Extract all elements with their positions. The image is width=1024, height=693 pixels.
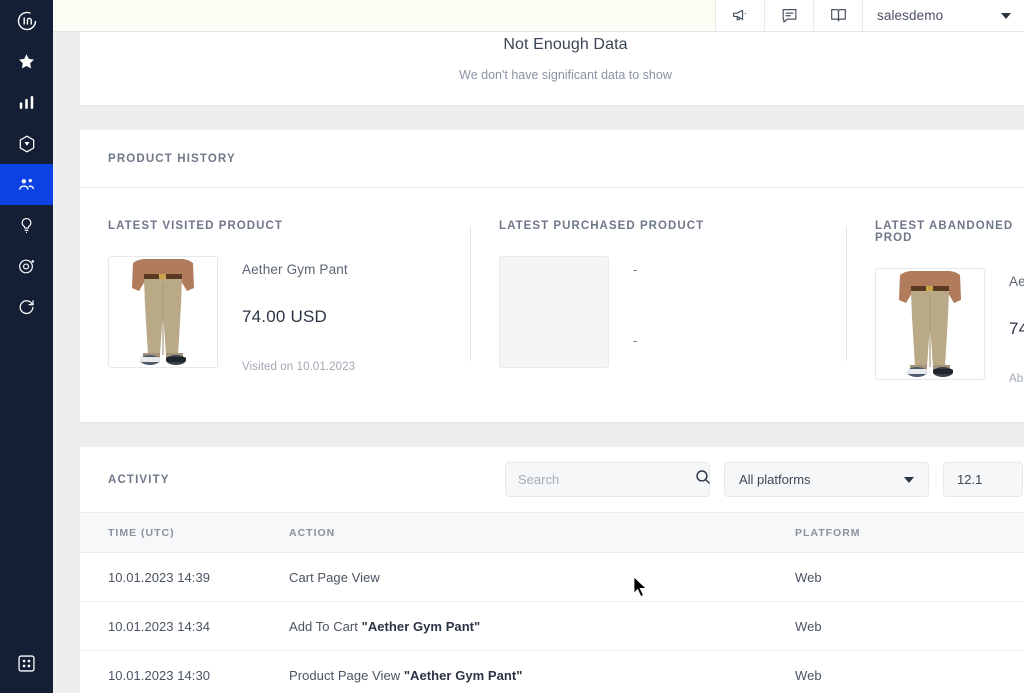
row-action: Add To Cart "Aether Gym Pant" bbox=[289, 619, 795, 634]
sidebar-item-architect[interactable] bbox=[0, 123, 53, 164]
product-price: - bbox=[633, 333, 637, 348]
app-root: salesdemo Not Enough Data We don't have … bbox=[0, 0, 1024, 693]
date-range-value: 12.1 bbox=[957, 472, 982, 487]
product-thumbnail[interactable] bbox=[108, 256, 218, 368]
activity-card: ACTIVITY All platforms 12.1 bbox=[80, 447, 1024, 693]
product-name: Aether bbox=[1009, 274, 1024, 289]
megaphone-icon[interactable] bbox=[715, 0, 764, 31]
search-icon[interactable] bbox=[694, 468, 712, 491]
row-time: 10.01.2023 14:30 bbox=[80, 668, 289, 683]
page-title: PRODUCT HISTORY bbox=[108, 153, 236, 165]
product-details-empty: - - bbox=[609, 256, 637, 348]
sidebar-item-favorites[interactable] bbox=[0, 41, 53, 82]
product-details: Aether 74.00 Abandon bbox=[985, 268, 1024, 385]
book-icon[interactable] bbox=[813, 0, 862, 31]
row-time: 10.01.2023 14:34 bbox=[80, 619, 289, 634]
sidebar-item-customers[interactable] bbox=[0, 164, 53, 205]
product-thumbnail[interactable] bbox=[875, 268, 985, 380]
product-history-header: PRODUCT HISTORY bbox=[80, 130, 1024, 188]
table-row[interactable]: 10.01.2023 14:34 Add To Cart "Aether Gym… bbox=[80, 602, 1024, 651]
row-platform: Web bbox=[795, 668, 995, 683]
sidebar-item-targeting[interactable] bbox=[0, 246, 53, 287]
chevron-down-icon bbox=[1001, 13, 1011, 19]
latest-purchased-title: LATEST PURCHASED PRODUCT bbox=[499, 220, 819, 232]
sidebar-rail bbox=[0, 0, 53, 693]
account-switcher[interactable]: salesdemo bbox=[862, 0, 1024, 31]
platform-filter-value: All platforms bbox=[739, 472, 904, 487]
chat-icon[interactable] bbox=[764, 0, 813, 31]
insights-empty-card: Not Enough Data We don't have significan… bbox=[80, 32, 1024, 105]
product-name: Aether Gym Pant bbox=[242, 262, 355, 277]
product-name: - bbox=[633, 262, 637, 277]
product-history-body: LATEST VISITED PRODUCT bbox=[80, 188, 1024, 385]
latest-abandoned-product: LATEST ABANDONED PROD bbox=[847, 220, 1024, 385]
row-platform: Web bbox=[795, 570, 995, 585]
search-box[interactable] bbox=[505, 462, 710, 497]
sidebar-item-analytics[interactable] bbox=[0, 82, 53, 123]
activity-section-title: ACTIVITY bbox=[108, 474, 505, 486]
sidebar-item-automation[interactable] bbox=[0, 287, 53, 328]
empty-state-title: Not Enough Data bbox=[80, 32, 1024, 54]
row-time: 10.01.2023 14:39 bbox=[80, 570, 289, 585]
row-platform: Web bbox=[795, 619, 995, 634]
search-input[interactable] bbox=[518, 472, 694, 487]
product-price: 74.00 bbox=[1009, 319, 1024, 339]
main-content: Not Enough Data We don't have significan… bbox=[53, 32, 1024, 693]
table-row[interactable]: 10.01.2023 14:30 Product Page View "Aeth… bbox=[80, 651, 1024, 693]
product-history-card: PRODUCT HISTORY LATEST VISITED PRODUCT bbox=[80, 130, 1024, 422]
product-thumbnail-placeholder bbox=[499, 256, 609, 368]
product-abandoned-date: Abandon bbox=[1009, 373, 1024, 385]
empty-state-subtitle: We don't have significant data to show bbox=[80, 54, 1024, 82]
latest-purchased-product: LATEST PURCHASED PRODUCT - - bbox=[471, 220, 847, 385]
activity-table-header: TIME (UTC) ACTION PLATFORM bbox=[80, 513, 1024, 553]
chevron-down-icon bbox=[904, 477, 914, 483]
latest-visited-product: LATEST VISITED PRODUCT bbox=[80, 220, 471, 385]
column-header-platform: PLATFORM bbox=[795, 527, 995, 539]
product-price: 74.00 USD bbox=[242, 307, 355, 327]
product-visited-date: Visited on 10.01.2023 bbox=[242, 361, 355, 373]
top-bar: salesdemo bbox=[53, 0, 1024, 32]
latest-visited-title: LATEST VISITED PRODUCT bbox=[108, 220, 443, 232]
row-action: Product Page View "Aether Gym Pant" bbox=[289, 668, 795, 683]
sidebar-item-insights[interactable] bbox=[0, 205, 53, 246]
account-name: salesdemo bbox=[877, 8, 1001, 23]
platform-filter-select[interactable]: All platforms bbox=[724, 462, 929, 497]
date-range-filter[interactable]: 12.1 bbox=[943, 462, 1023, 497]
activity-header: ACTIVITY All platforms 12.1 bbox=[80, 447, 1024, 513]
product-details: Aether Gym Pant 74.00 USD Visited on 10.… bbox=[218, 256, 355, 373]
row-action: Cart Page View bbox=[289, 570, 795, 585]
sidebar-item-apps[interactable] bbox=[0, 633, 53, 693]
table-row[interactable]: 10.01.2023 14:39 Cart Page View Web bbox=[80, 553, 1024, 602]
insider-logo[interactable] bbox=[0, 0, 53, 41]
latest-abandoned-title: LATEST ABANDONED PROD bbox=[875, 220, 1023, 244]
column-header-time: TIME (UTC) bbox=[80, 527, 289, 539]
column-header-action: ACTION bbox=[289, 527, 795, 539]
